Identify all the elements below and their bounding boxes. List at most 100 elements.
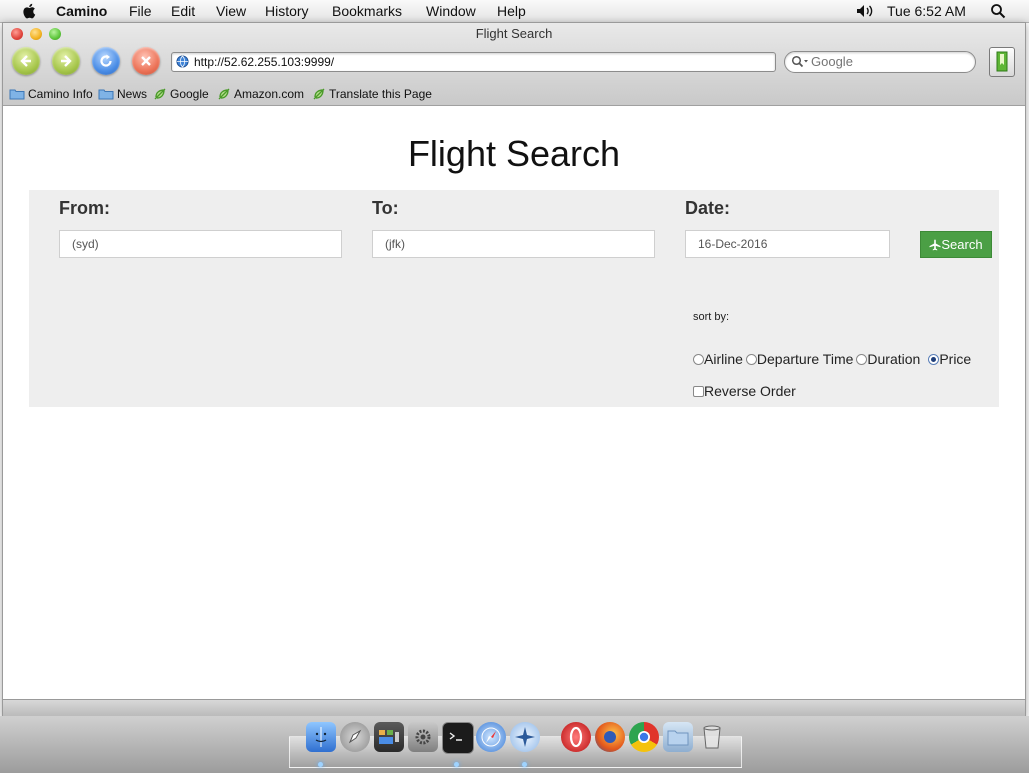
browser-window: Flight Search http://52.62.255.103:9999/ bbox=[2, 22, 1026, 718]
windows-icon bbox=[379, 730, 399, 744]
reverse-order-checkbox[interactable] bbox=[693, 385, 704, 397]
bookmark-google[interactable]: Google bbox=[153, 87, 209, 101]
window-title: Flight Search bbox=[475, 26, 553, 41]
safari-icon[interactable] bbox=[476, 722, 506, 752]
sort-price-radio[interactable] bbox=[928, 353, 940, 365]
finder-icon[interactable] bbox=[306, 722, 336, 752]
mission-control-icon[interactable] bbox=[374, 722, 404, 752]
bookmarks-button[interactable] bbox=[989, 47, 1015, 77]
address-bar[interactable]: http://52.62.255.103:9999/ bbox=[171, 52, 776, 72]
bookmark-label: Translate this Page bbox=[329, 87, 432, 101]
reverse-order-row: Reverse Order bbox=[693, 383, 796, 399]
date-input[interactable] bbox=[685, 230, 890, 258]
toolbar: Flight Search http://52.62.255.103:9999/ bbox=[3, 23, 1025, 106]
page-title: Flight Search bbox=[407, 133, 621, 174]
web-search-input[interactable] bbox=[811, 53, 966, 69]
globe-fox-icon bbox=[604, 731, 616, 743]
folder-icon bbox=[9, 89, 25, 100]
airplane-icon bbox=[929, 239, 941, 250]
trash-can-icon bbox=[703, 725, 721, 749]
sort-label: sort by: bbox=[693, 311, 730, 323]
back-button[interactable] bbox=[12, 47, 40, 75]
menu-window[interactable]: Window bbox=[426, 3, 476, 19]
bookmark-leaf-icon bbox=[313, 88, 325, 100]
reverse-order-label[interactable]: Reverse Order bbox=[704, 383, 796, 399]
web-search-field[interactable] bbox=[784, 51, 976, 73]
bookmark-label: News bbox=[117, 87, 148, 101]
bookmark-news[interactable]: News bbox=[98, 87, 147, 101]
reload-icon bbox=[100, 54, 112, 67]
bookmark-label: Amazon.com bbox=[234, 87, 305, 101]
running-indicator bbox=[454, 762, 459, 767]
page-content: Flight Search From: To: Date: Search sor… bbox=[3, 106, 1025, 699]
opera-icon[interactable] bbox=[561, 722, 591, 752]
bookmark-camino-info[interactable]: Camino Info bbox=[9, 87, 93, 101]
compass-icon[interactable] bbox=[510, 722, 540, 752]
sort-price-label[interactable]: Price bbox=[939, 351, 971, 367]
rocket-icon bbox=[348, 729, 362, 744]
bookmark-label: Camino Info bbox=[28, 87, 93, 101]
from-input[interactable] bbox=[59, 230, 342, 258]
prompt-icon bbox=[449, 732, 462, 741]
volume-icon[interactable] bbox=[856, 4, 874, 18]
bookmark-leaf-icon bbox=[154, 88, 166, 100]
folder-icon[interactable] bbox=[663, 722, 693, 752]
system-preferences-icon[interactable] bbox=[408, 722, 438, 752]
compass-needle-icon bbox=[481, 727, 501, 747]
apple-icon[interactable] bbox=[20, 1, 40, 21]
running-indicator bbox=[522, 762, 527, 767]
menu-edit[interactable]: Edit bbox=[171, 3, 195, 19]
bookmark-translate[interactable]: Translate this Page bbox=[312, 87, 432, 101]
folder-icon bbox=[98, 89, 114, 100]
search-form: From: To: Date: Search sort by: Airline … bbox=[29, 190, 999, 407]
date-label: Date: bbox=[685, 198, 731, 218]
spotlight-icon[interactable] bbox=[990, 3, 1006, 19]
search-button[interactable]: Search bbox=[920, 231, 992, 258]
globe-icon bbox=[176, 55, 189, 68]
menu-view[interactable]: View bbox=[216, 3, 246, 19]
star-icon bbox=[515, 727, 535, 747]
reload-button[interactable] bbox=[92, 47, 120, 75]
menu-bar: Camino File Edit View History Bookmarks … bbox=[0, 0, 1029, 23]
menu-app-camino[interactable]: Camino bbox=[56, 3, 107, 19]
to-label: To: bbox=[372, 198, 399, 218]
search-button-label: Search bbox=[941, 237, 983, 252]
to-input[interactable] bbox=[372, 230, 655, 258]
sort-options: Airline Departure Time Duration Price bbox=[693, 351, 971, 367]
bookmarks-bar: Camino Info News Google Amazon.com Trans… bbox=[3, 83, 1025, 105]
sort-duration-label[interactable]: Duration bbox=[867, 351, 920, 367]
arrow-right-icon bbox=[61, 55, 72, 67]
firefox-icon[interactable] bbox=[595, 722, 625, 752]
menu-file[interactable]: File bbox=[129, 3, 152, 19]
search-icon bbox=[791, 55, 808, 68]
downloads-folder-icon bbox=[667, 730, 689, 746]
opera-o-icon bbox=[569, 726, 583, 748]
sort-duration-radio[interactable] bbox=[856, 353, 868, 365]
launchpad-icon[interactable] bbox=[340, 722, 370, 752]
finder-face-icon bbox=[315, 727, 327, 747]
url-text[interactable]: http://52.62.255.103:9999/ bbox=[194, 55, 334, 69]
arrow-left-icon bbox=[20, 55, 31, 67]
chrome-icon[interactable] bbox=[629, 722, 659, 752]
sort-airline-label[interactable]: Airline bbox=[704, 351, 743, 367]
gear-icon bbox=[415, 729, 431, 745]
bookmark-leaf-icon bbox=[218, 88, 230, 100]
bookmark-amazon[interactable]: Amazon.com bbox=[217, 87, 304, 101]
menu-history[interactable]: History bbox=[265, 3, 309, 19]
bookmark-icon bbox=[996, 51, 1008, 72]
bookmark-label: Google bbox=[170, 87, 209, 101]
close-icon bbox=[141, 56, 151, 66]
from-label: From: bbox=[59, 198, 110, 218]
menu-bookmarks[interactable]: Bookmarks bbox=[332, 3, 402, 19]
sort-departure-radio[interactable] bbox=[745, 353, 757, 365]
chrome-center-icon bbox=[638, 731, 650, 743]
sort-departure-label[interactable]: Departure Time bbox=[757, 351, 853, 367]
menu-help[interactable]: Help bbox=[497, 3, 526, 19]
terminal-icon[interactable] bbox=[442, 722, 474, 754]
forward-button[interactable] bbox=[52, 47, 80, 75]
running-indicator bbox=[318, 762, 323, 767]
trash-icon[interactable] bbox=[697, 722, 727, 752]
stop-button[interactable] bbox=[132, 47, 160, 75]
sort-airline-radio[interactable] bbox=[693, 353, 704, 365]
menu-clock[interactable]: Tue 6:52 AM bbox=[887, 3, 966, 19]
